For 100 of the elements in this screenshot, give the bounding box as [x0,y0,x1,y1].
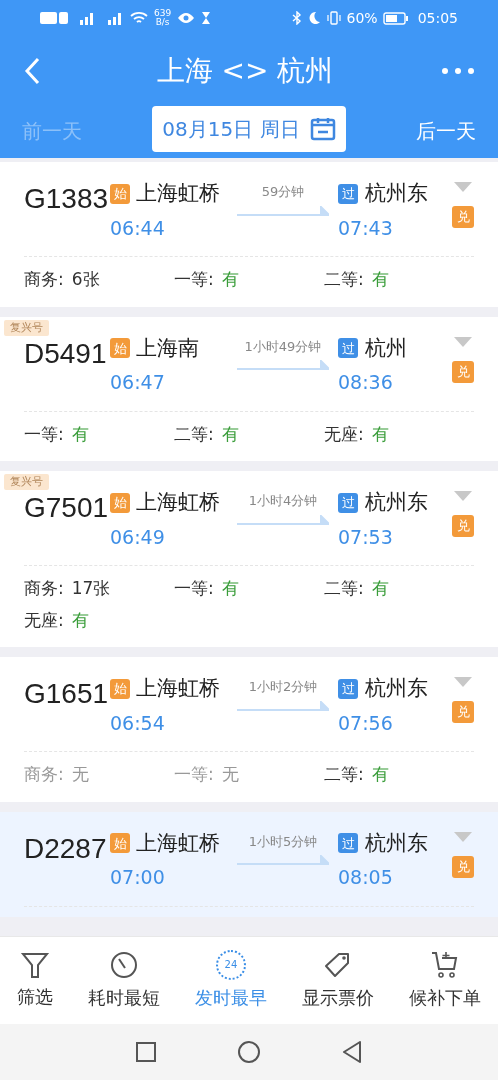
eye-icon [177,12,196,24]
sort-tab[interactable]: 24 发时最早 [195,950,267,1011]
train-number: G1383 [24,183,109,214]
seat-availability: 有 [221,268,239,291]
train-card[interactable]: 复兴号 D5491 始 上海南 06:47 1小时49分钟 过 杭州 08:36 兑 一等: 有 二等: 有 无座: 有 [0,316,498,461]
seat-class-label: 无座: [24,608,64,632]
seat-availability: 无 [71,763,89,786]
train-number: D5491 [24,337,107,369]
dropdown-icon[interactable] [454,182,472,192]
origin-badge: 始 [110,492,130,513]
page-title: 上海 <> 杭州 [156,53,334,89]
departure-station: 上海虹桥 [136,489,220,516]
pass-badge: 过 [338,183,358,204]
arrival-station: 杭州 [365,334,407,362]
origin-badge: 始 [110,833,130,854]
cart-icon [429,950,460,980]
pass-badge: 过 [338,338,358,359]
arrival-time: 07:53 [338,524,394,550]
trip-duration: 1小时5分钟 [248,832,318,851]
arrival-time: 08:36 [338,370,394,395]
train-type-tag: 复兴号 [4,319,49,336]
seat-class-label: 一等: [174,577,214,600]
train-number: G1651 [24,678,109,709]
seat-class-label: 一等: [174,763,214,786]
sort-tab[interactable]: 显示票价 [301,950,374,1011]
train-card[interactable]: D2287 始 上海虹桥 07:00 1小时5分钟 过 杭州东 08:05 兑 [0,811,498,917]
bluetooth-icon [291,11,302,25]
exchange-badge: 兑 [452,515,474,537]
dropdown-icon[interactable] [454,677,472,687]
arrival-time: 08:05 [338,865,394,890]
calendar-icon [309,116,336,142]
seat-class-label: 商务: [24,763,64,786]
seat-availability: 无 [221,763,239,786]
train-number: D2287 [24,832,107,864]
seat-class-label: 二等: [174,422,214,446]
date-picker[interactable]: 08月15日 周日 [152,106,346,152]
seat-availability: 17张 [71,577,111,600]
seat-class-label: 商务: [24,577,64,600]
hourglass-icon [201,11,212,25]
departure-station: 上海虹桥 [136,675,220,702]
origin-badge: 始 [110,338,130,359]
seat-availability: 有 [371,268,389,291]
arrival-station: 杭州东 [365,675,428,702]
sort-tab[interactable]: 筛选 [17,951,54,1010]
seat-availability: 有 [371,422,389,446]
exchange-badge: 兑 [452,360,474,383]
departure-time: 06:49 [110,524,166,550]
arrival-time: 07:43 [338,215,394,241]
pass-badge: 过 [338,678,358,699]
sort-tab[interactable]: 耗时最短 [88,950,161,1011]
exchange-badge: 兑 [452,855,474,878]
departure-time: 07:00 [110,865,166,890]
seat-class-label: 无座: [324,422,364,446]
seat-class-label: 商务: [24,268,64,291]
seat-availability: 有 [371,577,389,600]
filter-icon [20,951,51,979]
dropdown-icon[interactable] [454,831,472,842]
seat-availability: 6张 [71,268,100,291]
trip-duration: 1小时49分钟 [244,337,322,356]
arrival-station: 杭州东 [365,489,428,516]
arrival-station: 杭州东 [365,829,428,857]
departure-time: 06:44 [110,215,166,241]
recent-apps-button[interactable] [136,1042,156,1062]
network-speed: 639 [154,9,172,18]
exchange-badge: 兑 [452,701,474,723]
seat-availability: 有 [371,763,389,786]
trip-duration: 59分钟 [261,183,305,201]
back-nav-button[interactable] [342,1041,362,1063]
seat-class-label: 一等: [24,422,64,446]
seat-class-label: 二等: [324,577,364,600]
departure-time: 06:54 [110,710,166,736]
battery-percent: 60% [346,8,378,28]
seat-availability: 有 [221,422,239,446]
arrival-station: 杭州东 [365,180,428,207]
sort-tab[interactable]: 候补下单 [408,950,481,1011]
origin-badge: 始 [110,183,130,204]
dropdown-icon[interactable] [454,491,472,501]
seat-class-label: 一等: [174,268,214,291]
clock-time: 05:05 [417,8,458,28]
trip-duration: 1小时4分钟 [248,492,318,510]
wifi-icon [130,11,148,25]
departure-station: 上海虹桥 [136,180,220,207]
pass-badge: 过 [338,833,358,854]
vibrate-icon [325,11,342,25]
dropdown-icon[interactable] [454,336,472,347]
network-speed-unit: B/s [155,18,170,27]
seat-availability: 有 [71,422,89,446]
origin-badge: 始 [110,678,130,699]
seat-availability: 有 [71,608,89,632]
departure-station: 上海虹桥 [136,829,220,857]
departure-time: 06:47 [110,370,166,395]
home-button[interactable] [238,1041,260,1063]
clock-icon: 24 [216,950,246,980]
battery-icon [382,11,409,25]
train-number: G7501 [24,492,109,523]
pass-badge: 过 [338,492,358,513]
seat-class-label: 二等: [324,268,364,291]
stopwatch-icon [109,950,140,980]
exchange-badge: 兑 [452,206,474,228]
seat-class-label: 二等: [324,763,364,786]
